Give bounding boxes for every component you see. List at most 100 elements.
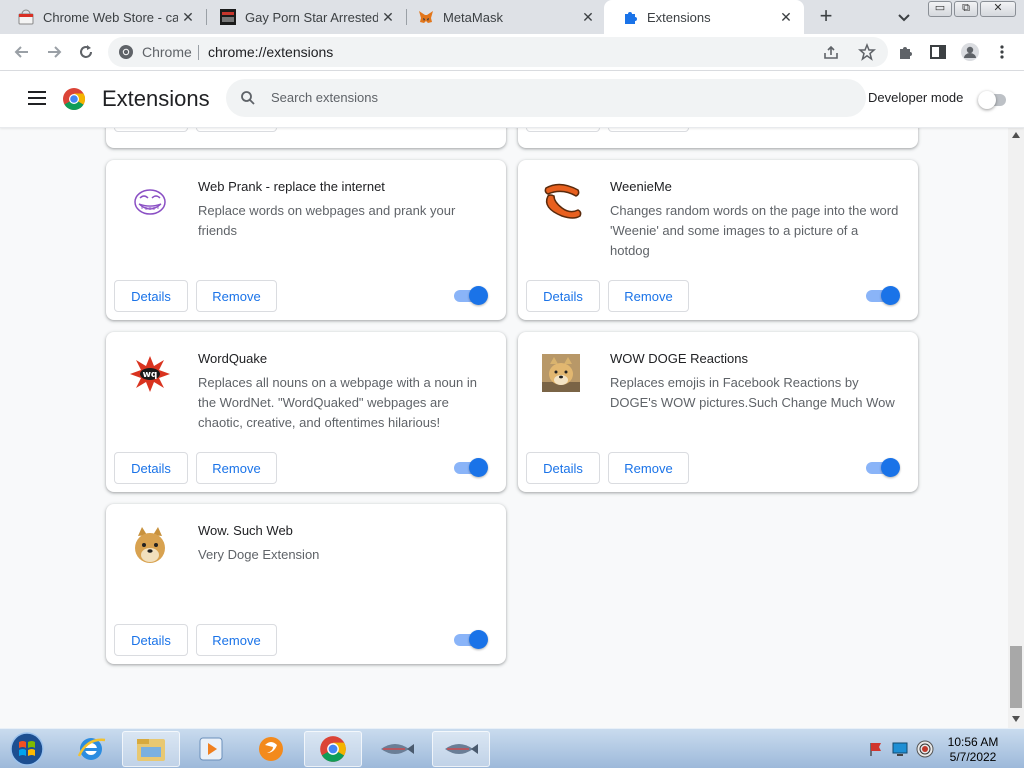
developer-mode-toggle[interactable] [978,91,1008,109]
details-button[interactable]: Details [114,452,188,484]
extension-description: Very Doge Extension [198,547,320,562]
remove-button[interactable]: Remove [608,452,689,484]
details-button[interactable]: Details [526,128,600,132]
address-bar[interactable]: Chrome chrome://extensions [108,37,888,67]
extension-description: Changes random words on the page into th… [610,203,899,258]
search-icon [240,90,256,111]
omnibox-site-chip: Chrome [142,44,192,60]
reload-icon[interactable] [76,42,96,62]
remove-button[interactable]: Remove [608,280,689,312]
file-explorer-icon[interactable] [122,731,180,767]
details-button[interactable]: Details [114,128,188,132]
tab-strip: Chrome Web Store - cat ✕ Gay Porn Star A… [0,0,1024,34]
extension-enable-toggle[interactable] [454,630,488,650]
extension-name: WordQuake [198,351,268,366]
window-close-button[interactable]: ✕ [980,1,1016,17]
news-site-icon [220,9,236,25]
tab-metamask[interactable]: MetaMask ✕ [400,0,606,34]
details-button[interactable]: Details [114,624,188,656]
extensions-header: Extensions Search extensions Developer m… [0,71,1024,128]
media-player-icon[interactable] [182,731,240,767]
hamburger-menu-icon[interactable] [28,91,46,105]
extension-card-weenieme: WeenieMe Changes random words on the pag… [518,160,918,320]
chrome-taskbar-icon[interactable] [304,731,362,767]
details-button[interactable]: Details [526,280,600,312]
scroll-down-arrow-icon[interactable] [1012,716,1020,722]
close-tab-icon[interactable]: ✕ [578,9,598,26]
tab-news-article[interactable]: Gay Porn Star Arrested Fo ✕ [202,0,406,34]
extension-enable-toggle[interactable] [454,286,488,306]
tab-chrome-web-store[interactable]: Chrome Web Store - cat ✕ [0,0,206,34]
kebab-menu-icon[interactable] [992,42,1012,62]
start-button[interactable] [2,731,52,767]
close-tab-icon[interactable]: ✕ [178,9,198,26]
extension-enable-toggle[interactable] [866,458,900,478]
close-tab-icon[interactable]: ✕ [776,9,796,26]
remove-button[interactable]: Remove [196,452,277,484]
metamask-fox-icon [418,9,434,25]
tab-extensions[interactable]: Extensions ✕ [604,0,804,34]
chrome-web-store-icon [18,9,34,25]
flag-notification-icon[interactable] [868,741,884,762]
vertical-scrollbar[interactable] [1008,128,1024,728]
extension-name: WOW DOGE Reactions [610,351,748,366]
browser-toolbar: Chrome chrome://extensions [0,34,1024,71]
extension-card-wordquake: wq WordQuake Replaces all nouns on a web… [106,332,506,492]
tab-title: Gay Porn Star Arrested Fo [245,9,378,25]
omnibox-url[interactable]: chrome://extensions [208,44,333,60]
extension-enable-toggle[interactable] [454,458,488,478]
profile-avatar[interactable] [960,42,980,62]
uc-browser-icon[interactable] [242,731,300,767]
chrome-logo-icon [118,44,134,65]
bookmark-star-icon[interactable] [858,42,876,66]
tab-title: MetaMask [443,9,503,25]
fish-app-icon-2[interactable] [432,731,490,767]
extension-enable-toggle[interactable] [866,286,900,306]
chrome-logo-icon [62,87,86,116]
wordquake-icon: wq [128,352,172,396]
share-icon[interactable] [823,44,839,65]
side-panel-icon[interactable] [928,42,948,62]
extensions-list: Details Remove Details Remove Web Prank … [0,128,1008,728]
tab-title: Extensions [647,9,711,25]
network-monitor-icon[interactable] [892,741,908,762]
svg-text:wq: wq [143,370,158,380]
search-placeholder: Search extensions [271,90,378,105]
extension-card-wow-such-web: Wow. Such Web Very Doge Extension Detail… [106,504,506,664]
system-clock[interactable]: 10:56 AM 5/7/2022 [944,735,1002,765]
extension-description: Replace words on webpages and prank your… [198,203,456,238]
windows-taskbar: 10:56 AM 5/7/2022 [0,728,1024,768]
clock-time: 10:56 AM [947,735,999,749]
page-title: Extensions [102,86,210,111]
extension-name: Web Prank - replace the internet [198,179,385,194]
forward-arrow-icon[interactable] [44,42,64,62]
restore-button[interactable]: ⧉ [954,1,978,17]
puzzle-piece-icon [622,9,638,25]
search-extensions-field[interactable]: Search extensions [226,79,866,117]
minimize-button[interactable]: ▭ [928,1,952,17]
volume-icon[interactable] [916,740,934,763]
clock-date: 5/7/2022 [949,750,997,764]
new-tab-button[interactable]: + [814,5,838,29]
scrollbar-thumb[interactable] [1010,646,1022,708]
extensions-puzzle-icon[interactable] [896,42,916,62]
extension-name: WeenieMe [610,179,672,194]
doge-photo-icon [542,354,580,392]
extension-name: Wow. Such Web [198,523,293,538]
troll-face-icon [128,180,172,224]
remove-button[interactable]: Remove [196,128,277,132]
developer-mode-label: Developer mode [868,90,964,105]
remove-button[interactable]: Remove [608,128,689,132]
details-button[interactable]: Details [114,280,188,312]
remove-button[interactable]: Remove [196,280,277,312]
details-button[interactable]: Details [526,452,600,484]
extension-card-web-prank: Web Prank - replace the internet Replace… [106,160,506,320]
close-tab-icon[interactable]: ✕ [378,9,398,26]
tab-search-chevron-icon[interactable] [894,7,914,27]
tab-title: Chrome Web Store - cat [43,9,178,25]
scroll-up-arrow-icon[interactable] [1012,132,1020,138]
remove-button[interactable]: Remove [196,624,277,656]
back-arrow-icon[interactable] [12,42,32,62]
internet-explorer-icon[interactable] [62,731,120,767]
fish-app-icon[interactable] [368,731,426,767]
